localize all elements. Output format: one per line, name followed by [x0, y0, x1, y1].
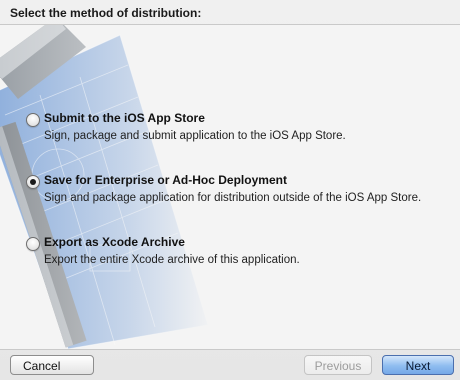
options-panel: Submit to the iOS App Store Sign, packag… — [0, 24, 460, 350]
option-app-store[interactable]: Submit to the iOS App Store Sign, packag… — [26, 111, 446, 155]
option-description: Sign, package and submit application to … — [44, 130, 346, 142]
option-title: Export as Xcode Archive — [44, 235, 185, 249]
cancel-button[interactable]: Cancel — [10, 355, 94, 375]
option-title: Save for Enterprise or Ad-Hoc Deployment — [44, 173, 287, 187]
radio-xcode-archive[interactable] — [26, 237, 40, 251]
previous-button[interactable]: Previous — [304, 355, 372, 375]
option-title: Submit to the iOS App Store — [44, 111, 205, 125]
option-xcode-archive[interactable]: Export as Xcode Archive Export the entir… — [26, 235, 446, 279]
option-enterprise-adhoc[interactable]: Save for Enterprise or Ad-Hoc Deployment… — [26, 173, 446, 217]
distribution-sheet: Select the method of distribution: Submi… — [0, 0, 460, 380]
radio-app-store[interactable] — [26, 113, 40, 127]
option-description: Sign and package application for distrib… — [44, 192, 422, 204]
page-title: Select the method of distribution: — [10, 6, 202, 20]
option-description: Export the entire Xcode archive of this … — [44, 254, 300, 266]
next-button[interactable]: Next — [382, 355, 454, 375]
radio-enterprise-adhoc[interactable] — [26, 175, 40, 189]
